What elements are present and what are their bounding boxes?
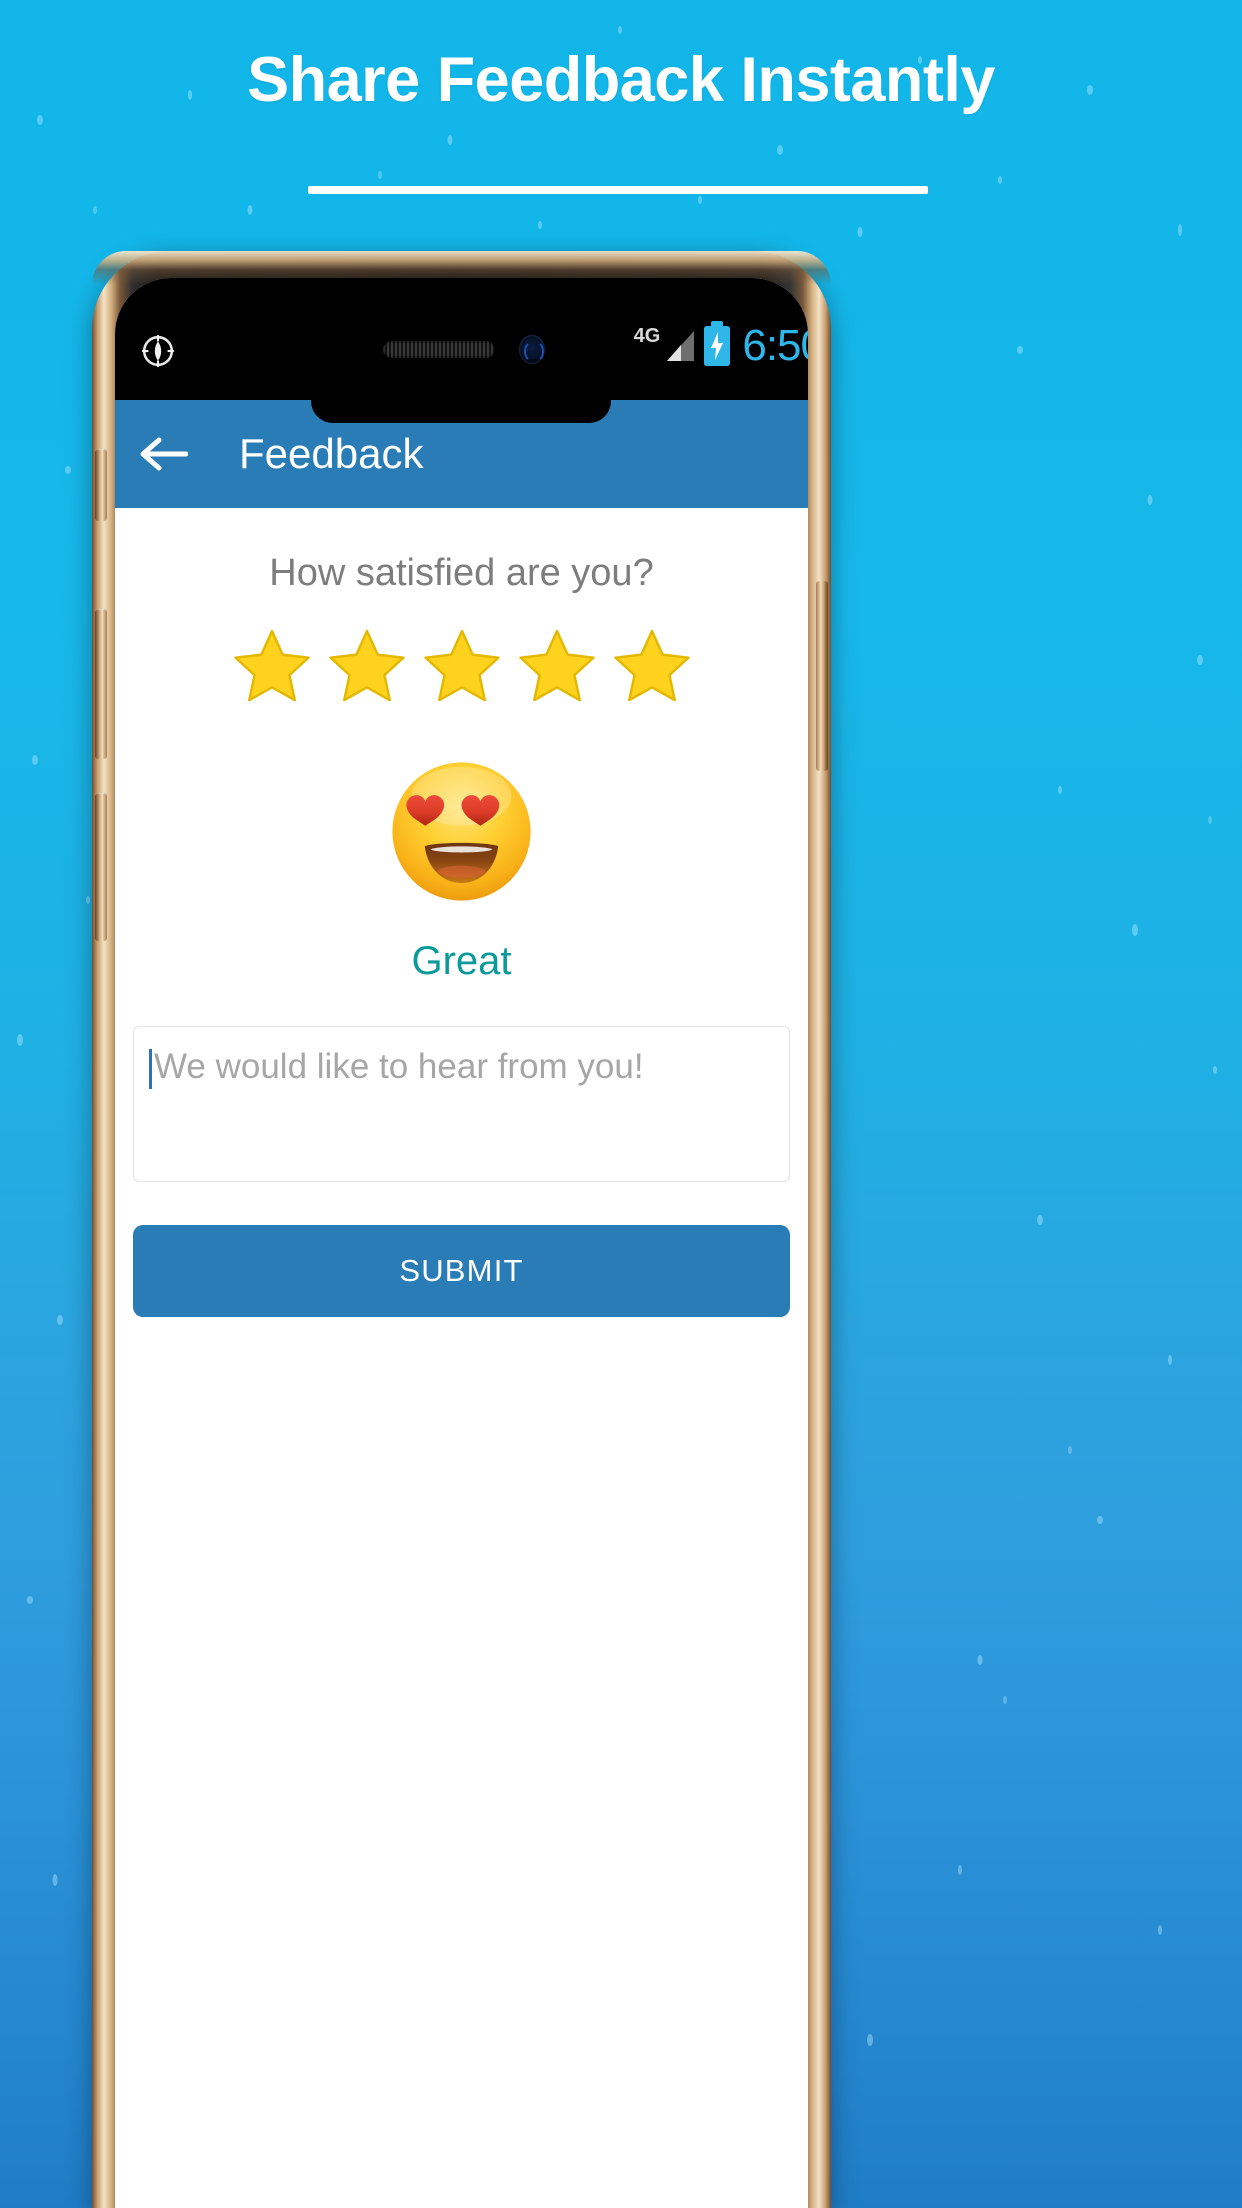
- comment-placeholder: We would like to hear from you!: [154, 1047, 644, 1086]
- back-arrow-icon[interactable]: [140, 434, 188, 474]
- star-filled-icon[interactable]: [328, 628, 405, 701]
- status-bar-right-cluster: 4G 6:50: [633, 321, 808, 370]
- satisfaction-question: How satisfied are you?: [269, 552, 654, 594]
- battery-charging-icon: [704, 321, 731, 366]
- mood-emoji-wrap: [115, 758, 808, 905]
- promo-screenshot: Share Feedback Instantly 4G 6:5 Feedback…: [0, 0, 1242, 2208]
- network-type-label: 4G: [633, 325, 661, 347]
- smiling-face-with-heart-eyes-icon: [392, 762, 531, 901]
- phone-mockup: 4G 6:50: [92, 251, 831, 2208]
- front-camera-icon: [519, 335, 545, 364]
- app-bar-title: Feedback: [239, 430, 424, 477]
- submit-button[interactable]: SUBMIT: [133, 1225, 790, 1317]
- star-filled-icon[interactable]: [518, 628, 595, 701]
- volume-up-button[interactable]: [95, 609, 107, 759]
- earpiece-speaker: [383, 341, 495, 358]
- status-bar-clock: 6:50: [742, 321, 808, 370]
- signal-bars-icon: [667, 331, 695, 361]
- feedback-form: How satisfied are you? Great We would li…: [115, 552, 808, 2208]
- text-caret: [149, 1049, 152, 1089]
- volume-down-button[interactable]: [95, 793, 107, 941]
- star-filled-icon[interactable]: [613, 628, 690, 701]
- phone-screen: 4G 6:50: [115, 278, 808, 2208]
- silent-switch-button[interactable]: [95, 449, 107, 521]
- star-filled-icon[interactable]: [423, 628, 500, 701]
- power-button[interactable]: [816, 581, 828, 771]
- page-title: Share Feedback Instantly: [247, 45, 995, 115]
- display-notch: [311, 400, 611, 423]
- mood-label: Great: [411, 939, 512, 983]
- comment-input[interactable]: We would like to hear from you!: [133, 1026, 790, 1182]
- gps-location-icon: [142, 335, 174, 367]
- star-filled-icon[interactable]: [233, 628, 310, 701]
- star-rating[interactable]: [115, 628, 808, 701]
- status-bar: 4G 6:50: [115, 278, 808, 400]
- title-underline: [308, 186, 928, 194]
